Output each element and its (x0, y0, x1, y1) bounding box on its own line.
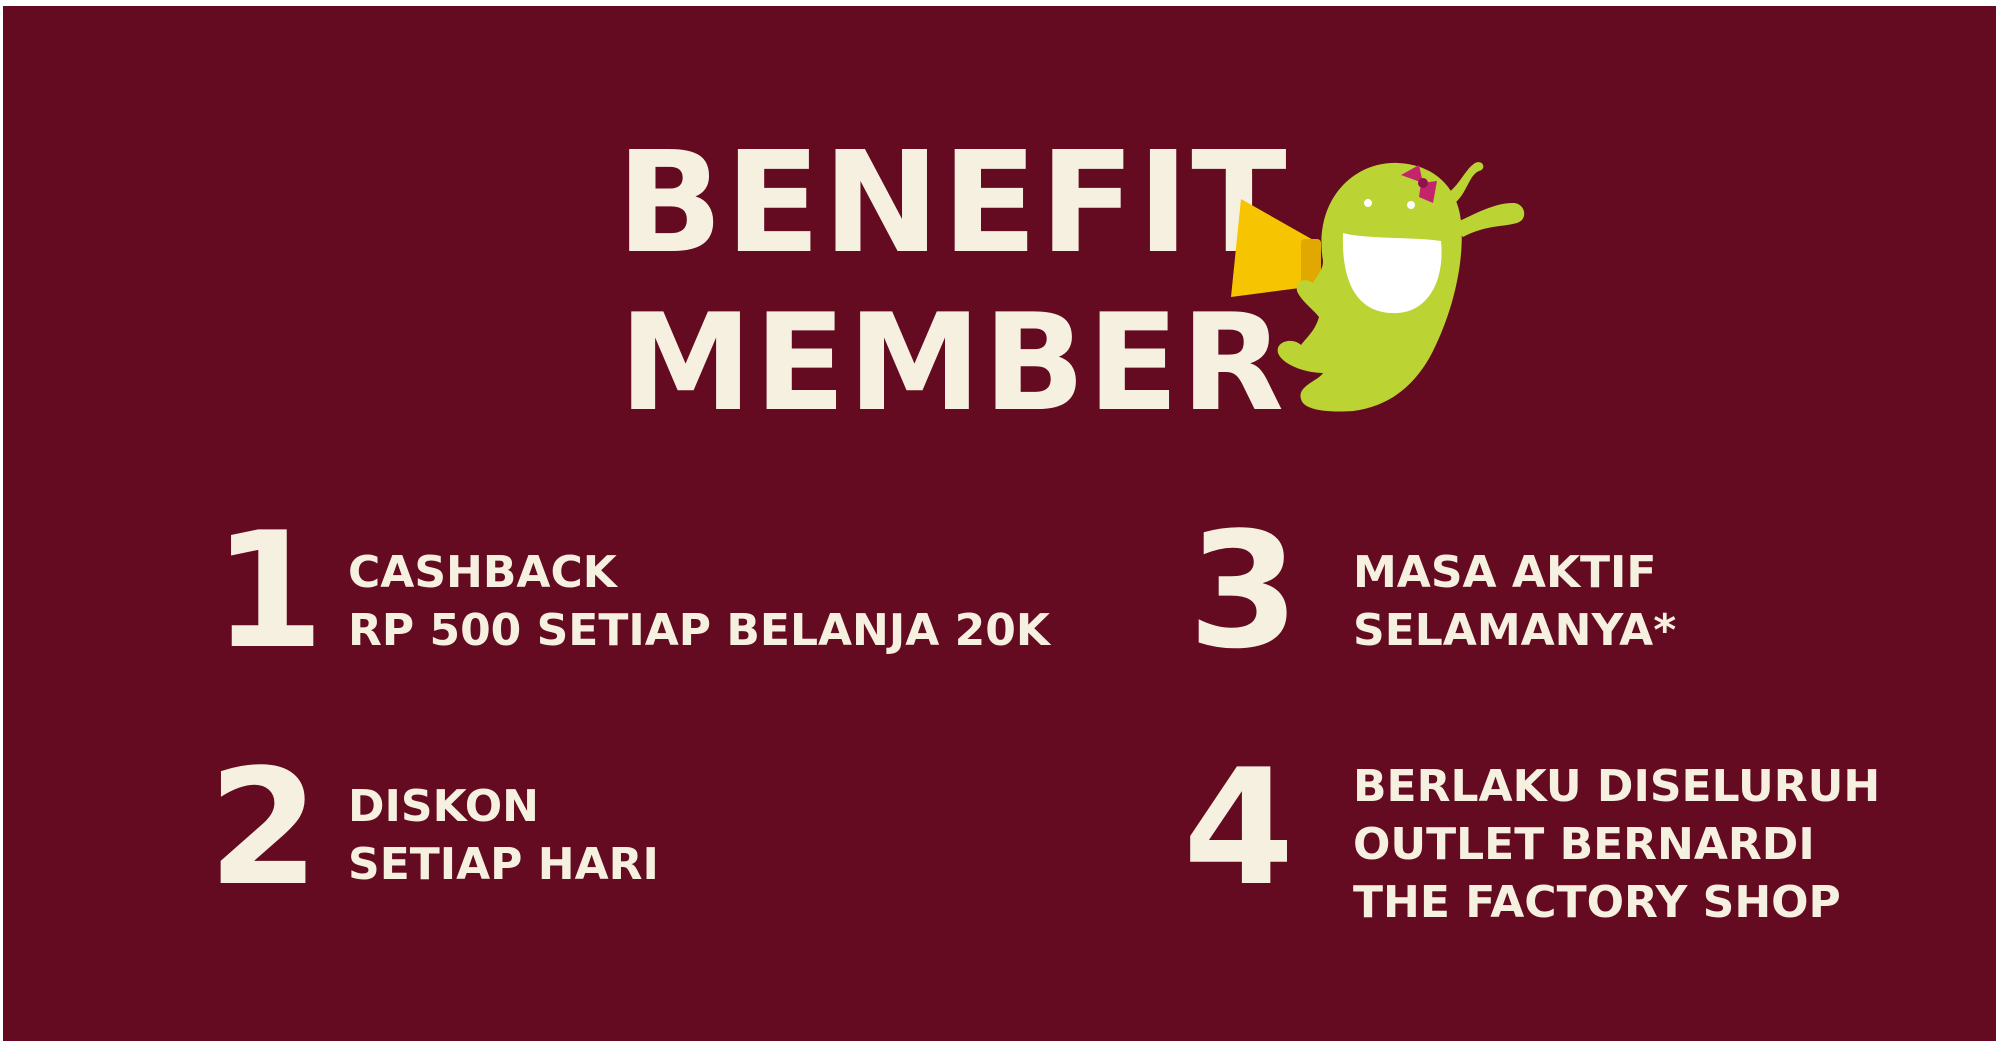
green-monster-megaphone-icon (1231, 162, 1525, 412)
benefit-text-2: DISKON SETIAP HARI (348, 778, 659, 894)
benefit-number-1: 1 (213, 497, 325, 684)
title-line-2: MEMBER (618, 285, 1287, 441)
benefit-2-line-1: DISKON (348, 781, 539, 832)
benefit-3-line-2: SELAMANYA* (1353, 605, 1677, 656)
benefit-4-line-1: BERLAKU DISELURUH (1353, 761, 1881, 812)
benefit-4-line-3: THE FACTORY SHOP (1353, 877, 1841, 928)
benefit-text-4: BERLAKU DISELURUH OUTLET BERNARDI THE FA… (1353, 758, 1880, 932)
benefit-text-1: CASHBACK RP 500 SETIAP BELANJA 20K (348, 544, 1050, 660)
benefit-4-line-2: OUTLET BERNARDI (1353, 819, 1815, 870)
benefit-1-line-2: RP 500 SETIAP BELANJA 20K (348, 605, 1050, 656)
benefit-number-2: 2 (208, 734, 320, 921)
benefit-3-line-1: MASA AKTIF (1353, 547, 1657, 598)
benefit-banner: BENEFIT MEMBER 1 CASHBACK RP 500 SETIAP … (3, 6, 1996, 1041)
title-line-1: BENEFIT (616, 122, 1289, 285)
benefit-2-line-2: SETIAP HARI (348, 839, 659, 890)
benefit-number-3: 3 (1188, 497, 1300, 684)
benefit-number-4: 4 (1183, 734, 1295, 921)
benefit-text-3: MASA AKTIF SELAMANYA* (1353, 544, 1676, 660)
benefit-1-line-1: CASHBACK (348, 547, 617, 598)
